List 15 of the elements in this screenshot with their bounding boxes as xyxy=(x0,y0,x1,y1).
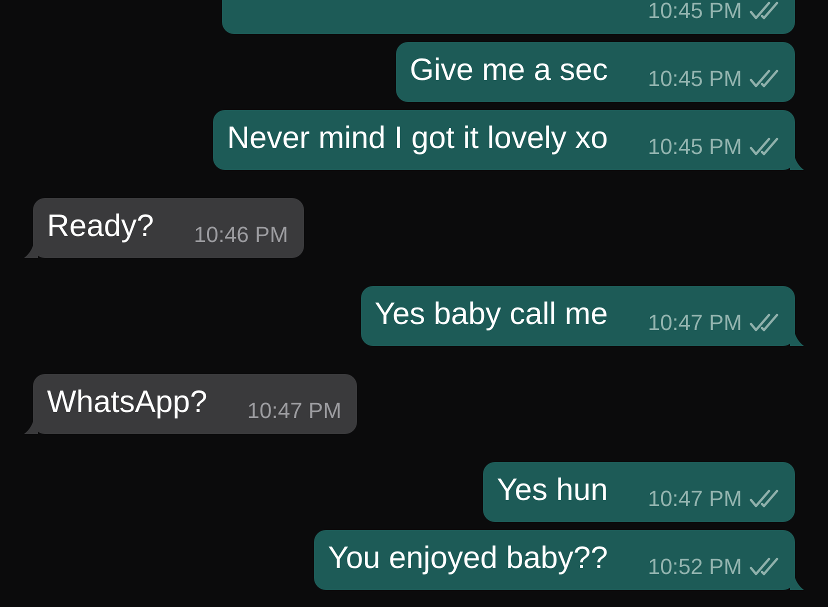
message-time: 10:45 PM xyxy=(648,0,742,22)
message-time: 10:46 PM xyxy=(194,224,288,246)
message-text: Yes hun xyxy=(496,474,608,506)
message-text: Never mind I got it lovely xo xyxy=(227,122,608,154)
message-time: 10:45 PM xyxy=(648,68,742,90)
message-text: Ready? xyxy=(47,210,154,242)
message-text: Yes baby call me xyxy=(374,298,608,330)
message-text: Give me a sec xyxy=(410,54,608,86)
message-time: 10:52 PM xyxy=(648,556,742,578)
message-time: 10:47 PM xyxy=(247,400,342,422)
message-time: 10:47 PM xyxy=(648,312,742,334)
message-time: 10:45 PM xyxy=(648,136,742,158)
message-time: 10:47 PM xyxy=(648,488,742,510)
message-text: WhatsApp? xyxy=(47,386,208,418)
message-text: You enjoyed baby?? xyxy=(328,542,608,574)
